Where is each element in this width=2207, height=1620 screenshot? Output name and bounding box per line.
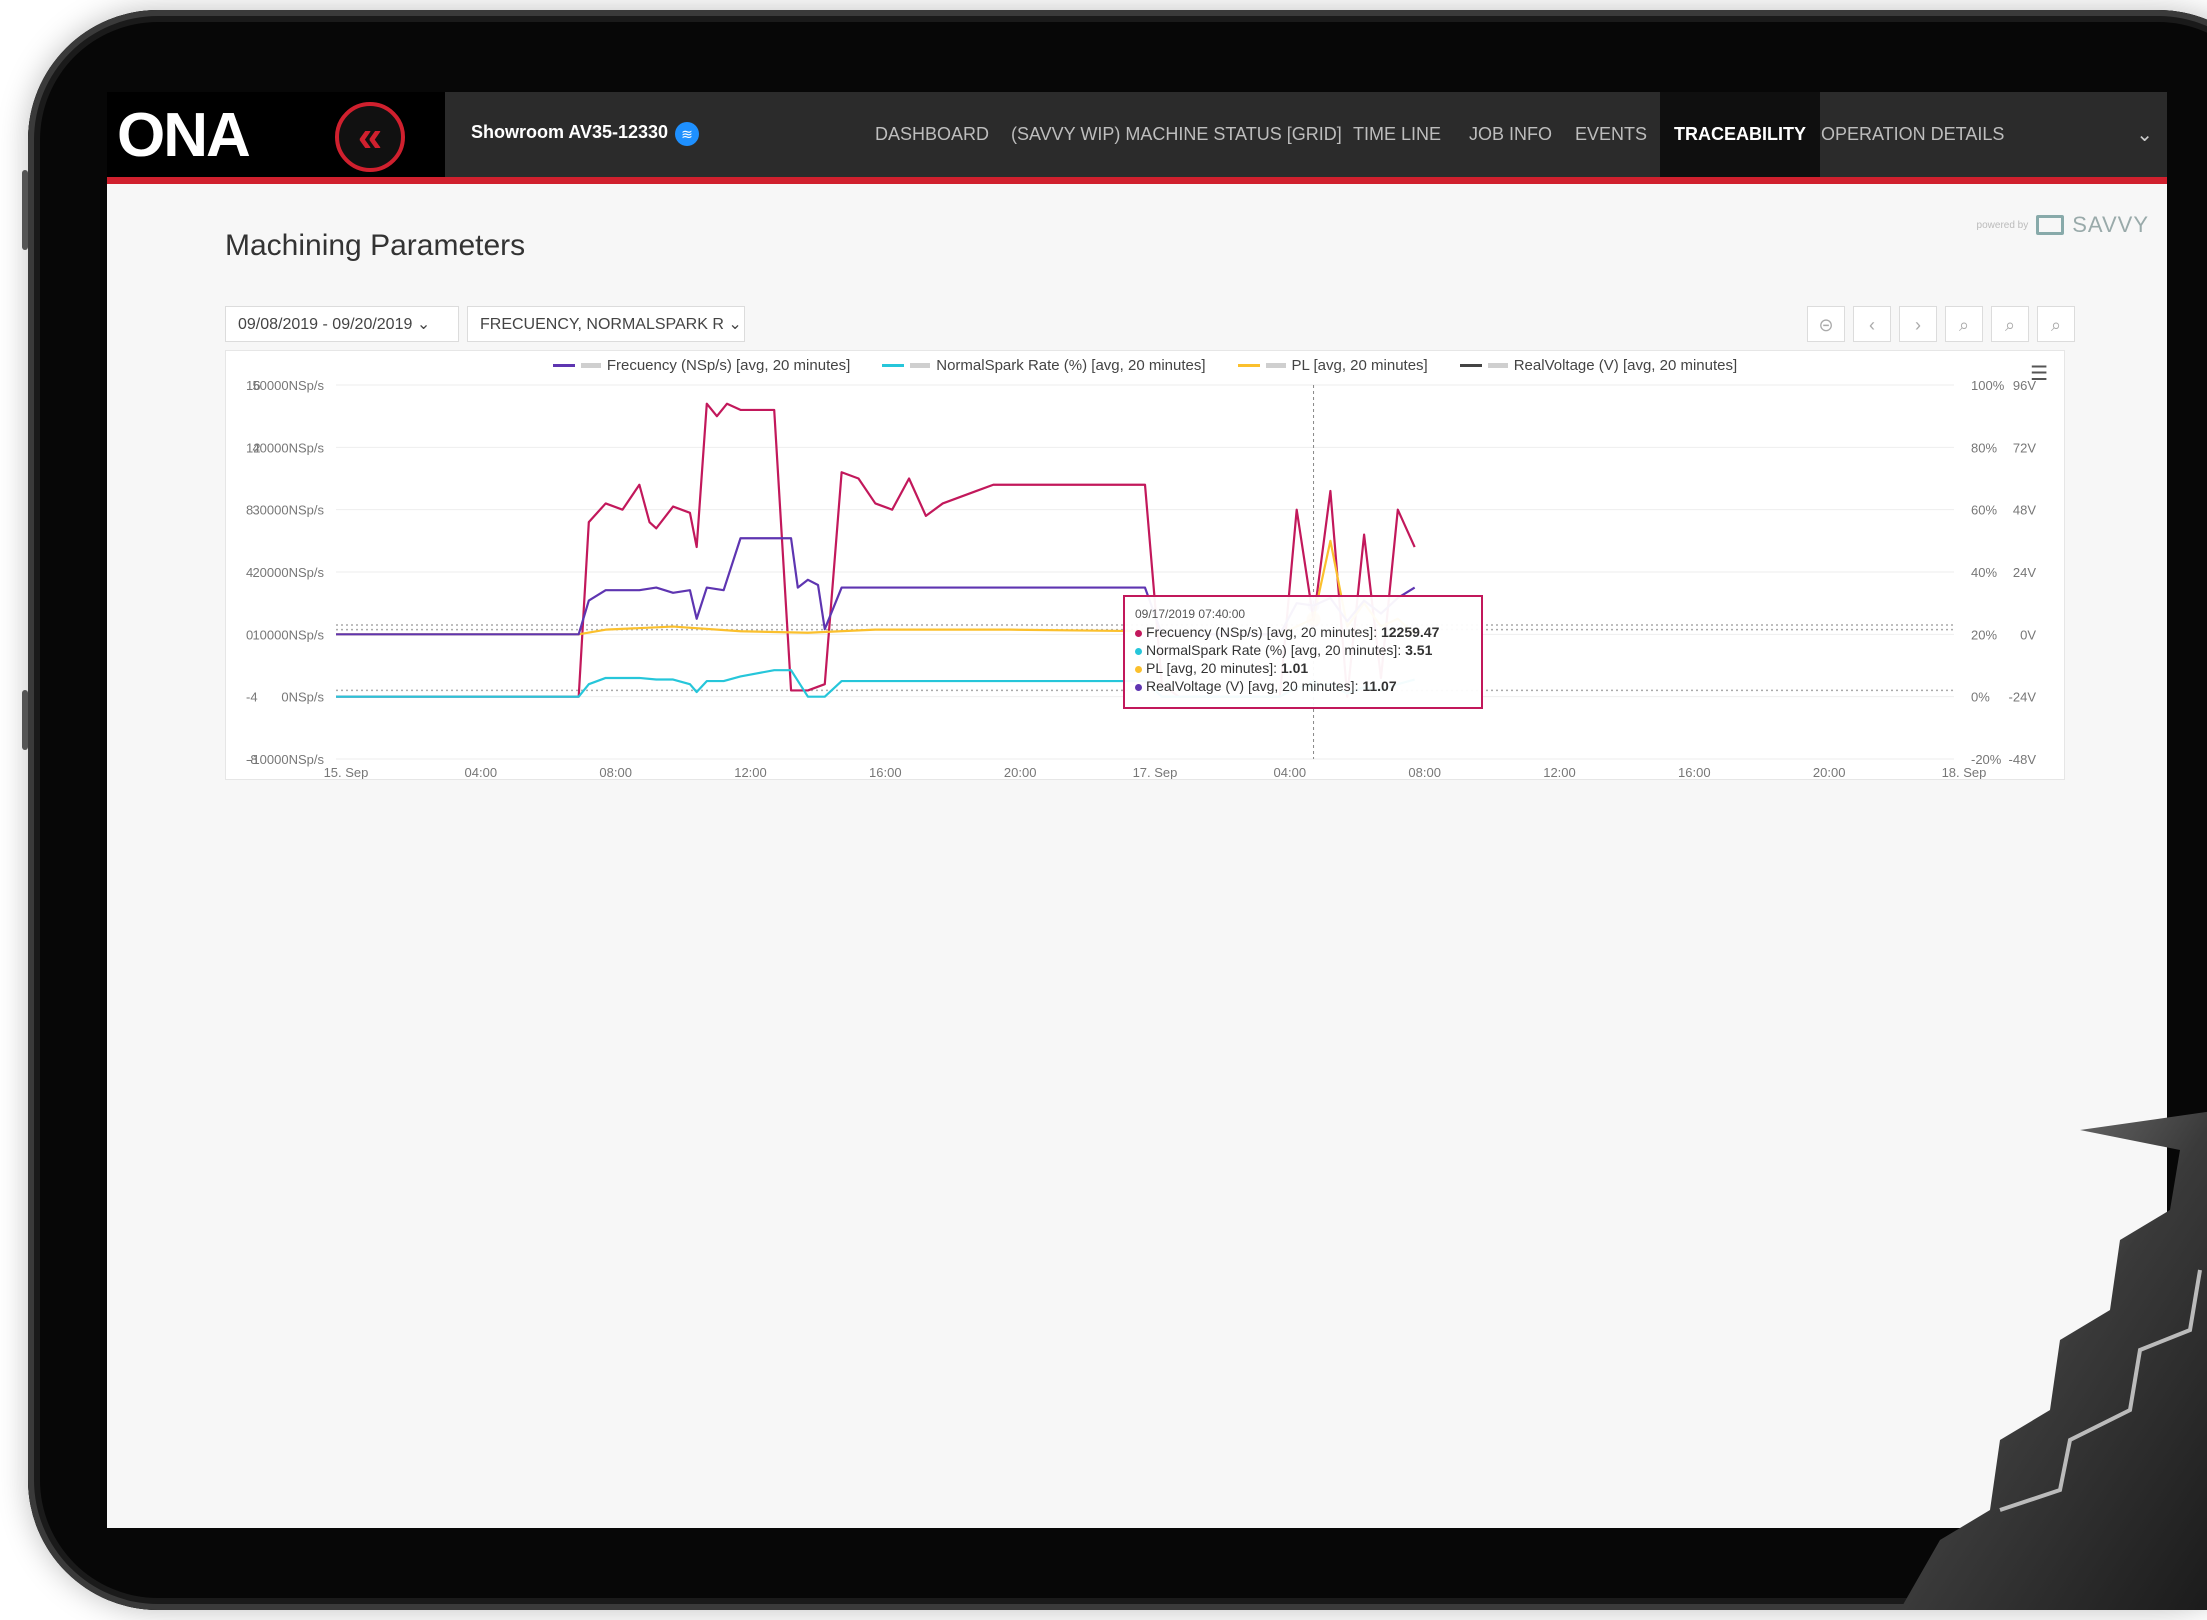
chevron-down-icon: ⌄: [416, 316, 431, 333]
reset-icon[interactable]: ⊝: [1807, 306, 1845, 342]
savvy-logo-icon: [2036, 215, 2065, 235]
dot-icon: [1135, 665, 1142, 673]
accent-line: [107, 177, 2167, 184]
x-tick-label: 20:00: [1813, 765, 1846, 779]
chevron-down-icon: ⌄: [728, 316, 742, 333]
tooltip-label: RealVoltage (V) [avg, 20 minutes]: [1146, 678, 1355, 694]
savvy-brand: SAVVY: [2072, 212, 2149, 237]
y-tick-label-voltage: 96V: [2013, 378, 2036, 393]
x-tick-label: 12:00: [734, 765, 767, 779]
wifi-icon: ≋: [675, 122, 699, 146]
tab-machine-status-grid[interactable]: (SAVVY WIP) MACHINE STATUS [GRID]: [1011, 92, 1342, 177]
y-tick-label-nsp: 0NSp/s: [281, 690, 324, 705]
x-tick-label: 04:00: [1274, 765, 1307, 779]
date-range-dropdown[interactable]: 09/08/2019 - 09/20/2019 ⌄: [225, 306, 459, 342]
tab-job-info[interactable]: JOB INFO: [1469, 92, 1552, 177]
tooltip-row-realvoltage: RealVoltage (V) [avg, 20 minutes]: 11.07: [1135, 677, 1471, 695]
gear-decoration-icon: [1900, 1111, 2207, 1610]
y-tick-label-percent: 60%: [1971, 503, 1997, 518]
powered-by-label: powered by: [1976, 219, 2029, 231]
chart-panel: Frecuency (NSp/s) [avg, 20 minutes] Norm…: [225, 350, 2065, 780]
date-range-value: 09/08/2019 - 09/20/2019: [238, 316, 413, 333]
x-tick-label: 16:00: [869, 765, 902, 779]
tooltip-label: PL [avg, 20 minutes]: [1146, 660, 1274, 676]
x-tick-label: 20:00: [1004, 765, 1037, 779]
powered-by-savvy: powered by SAVVY: [1977, 212, 2149, 238]
y-tick-label-voltage: -48V: [2009, 752, 2037, 767]
tab-operation-details[interactable]: OPERATION DETAILS: [1821, 92, 2004, 177]
tablet-side-button-2: [22, 690, 28, 750]
app-screen: ONA « Showroom AV35-12330 ≋ DASHBOARD (S…: [107, 92, 2167, 1528]
chevron-logo-icon[interactable]: «: [335, 102, 405, 172]
y-tick-label-nsp: 20000NSp/s: [252, 565, 324, 580]
zoom-in-icon[interactable]: ⌕: [2037, 306, 2075, 342]
tooltip-value: 3.51: [1405, 642, 1433, 658]
previous-icon[interactable]: ‹: [1853, 306, 1891, 342]
tooltip-label: Frecuency (NSp/s) [avg, 20 minutes]: [1146, 624, 1374, 640]
chart-tooltip: 09/17/2019 07:40:00 Frecuency (NSp/s) [a…: [1123, 595, 1483, 709]
tab-traceability[interactable]: TRACEABILITY: [1660, 92, 1820, 177]
tooltip-value: 11.07: [1362, 678, 1397, 694]
tab-time-line[interactable]: TIME LINE: [1353, 92, 1441, 177]
y-tick-label-nsp: 30000NSp/s: [252, 503, 324, 518]
tooltip-row-frequency: Frecuency (NSp/s) [avg, 20 minutes]: 122…: [1135, 623, 1471, 641]
x-tick-label: 17. Sep: [1133, 765, 1178, 779]
tooltip-row-normalspark: NormalSpark Rate (%) [avg, 20 minutes]: …: [1135, 641, 1471, 659]
y-tick-label-percent: 100%: [1971, 378, 2005, 393]
y-tick-label-percent: 0%: [1971, 690, 1990, 705]
x-tick-label: 08:00: [1408, 765, 1441, 779]
x-tick-label: 08:00: [599, 765, 632, 779]
top-navbar: ONA « Showroom AV35-12330 ≋ DASHBOARD (S…: [107, 92, 2167, 184]
tab-events[interactable]: EVENTS: [1575, 92, 1647, 177]
tab-dashboard[interactable]: DASHBOARD: [875, 92, 989, 177]
zoom-out-icon[interactable]: ⌕: [1991, 306, 2029, 342]
y-tick-label-voltage: 72V: [2013, 440, 2036, 455]
chart-canvas[interactable]: -8-10000NSp/s -20% -48V-4 0NSp/s 0% -24V0 1000…: [226, 351, 2064, 779]
y-tick-label-voltage: 0V: [2020, 627, 2036, 642]
tablet-side-button: [22, 170, 28, 250]
y-tick-label-percent: 80%: [1971, 440, 1997, 455]
y-tick-label-voltage: 48V: [2013, 503, 2036, 518]
y-tick-label-nsp: -10000NSp/s: [248, 752, 324, 767]
y-tick-label-percent: 40%: [1971, 565, 1997, 580]
next-icon[interactable]: ›: [1899, 306, 1937, 342]
x-tick-label: 12:00: [1543, 765, 1576, 779]
y-tick-label-voltage: 24V: [2013, 565, 2036, 580]
y-tick-label-nsp: 50000NSp/s: [252, 378, 324, 393]
chevron-down-icon[interactable]: ⌄: [2136, 122, 2153, 147]
parameters-value: FRECUENCY, NORMALSPARK R: [480, 316, 724, 333]
dot-icon: [1135, 629, 1142, 637]
dot-icon: [1135, 683, 1142, 691]
tooltip-row-pl: PL [avg, 20 minutes]: 1.01: [1135, 659, 1471, 677]
y-tick-label-nsp: 10000NSp/s: [252, 627, 324, 642]
tooltip-timestamp: 09/17/2019 07:40:00: [1135, 607, 1246, 621]
tooltip-value: 1.01: [1280, 660, 1309, 676]
x-tick-label: 15. Sep: [324, 765, 369, 779]
machine-name[interactable]: Showroom AV35-12330: [471, 122, 668, 143]
tooltip-value: 12259.47: [1380, 624, 1440, 640]
ona-logo[interactable]: ONA: [117, 100, 251, 171]
y-tick-label-percent: 20%: [1971, 627, 1997, 642]
dot-icon: [1135, 647, 1142, 655]
chart-toolbar: ⊝ ‹ › ⌕ ⌕ ⌕: [1807, 306, 2075, 342]
x-tick-label: 18. Sep: [1942, 765, 1987, 779]
page-title: Machining Parameters: [225, 229, 526, 262]
zoom-reset-icon[interactable]: ⌕: [1945, 306, 1983, 342]
x-tick-label: 04:00: [465, 765, 498, 779]
tooltip-label: NormalSpark Rate (%) [avg, 20 minutes]: [1146, 642, 1398, 658]
y-tick-label-nsp: 40000NSp/s: [252, 440, 324, 455]
y-tick-label: -4: [246, 690, 258, 705]
logo-block: ONA «: [107, 92, 445, 177]
x-tick-label: 16:00: [1678, 765, 1711, 779]
parameters-dropdown[interactable]: FRECUENCY, NORMALSPARK R ⌄: [467, 306, 745, 342]
y-tick-label-voltage: -24V: [2009, 690, 2037, 705]
